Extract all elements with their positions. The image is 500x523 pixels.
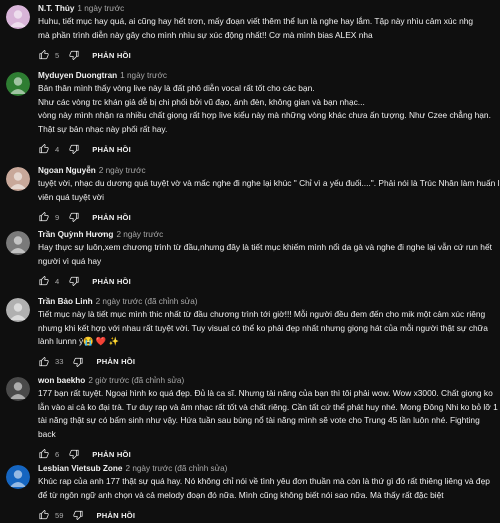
comment-text-line: viên quá tuyệt vời xyxy=(38,191,105,202)
comment-author[interactable]: Ngoan Nguyễn xyxy=(38,166,96,175)
comment-text: 177 bạn rất tuyệt. Ngoại hình ko quá đẹp… xyxy=(38,387,498,441)
dislike-icon[interactable] xyxy=(72,509,84,521)
like-count: 59 xyxy=(55,510,64,520)
comment: Lesbian Vietsub Zone 2 ngày trước (đã chỉ… xyxy=(0,463,500,523)
like-icon[interactable] xyxy=(38,49,50,61)
comment-actions: 4 PHẢN HỒI xyxy=(38,141,492,157)
comment: Trần Quỳnh Hương 2 ngày trước Hay thực sự… xyxy=(0,229,500,289)
comment-text-line: nhưng khi kết hợp với nhau rất tuyệt vời… xyxy=(38,322,488,333)
comment: Myduyen Duongtran 1 ngày trước Bản thân m… xyxy=(0,70,500,157)
dislike-icon[interactable] xyxy=(68,275,80,287)
like-count: 5 xyxy=(55,50,60,60)
comment-header: Myduyen Duongtran 1 ngày trước xyxy=(38,70,492,81)
reply-button[interactable]: PHẢN HỒI xyxy=(92,51,131,60)
comment-time[interactable]: 2 ngày trước xyxy=(116,230,163,239)
comment-text: Tiết mục này là tiết mục mình thic nhất … xyxy=(38,308,492,349)
reply-button[interactable]: PHẢN HỒI xyxy=(96,357,135,366)
like-icon[interactable] xyxy=(38,509,50,521)
comment-text-line: Huhu, tiết mục hay quá, ai cũng hay hết … xyxy=(38,16,474,26)
comment-header: won baekho 2 giờ trước (đã chỉnh sửa) xyxy=(38,375,492,386)
comment-time[interactable]: 2 ngày trước xyxy=(99,166,146,175)
avatar[interactable] xyxy=(6,377,30,401)
comment: Ngoan Nguyễn 2 ngày trước tuyệt vời, nhạc… xyxy=(0,165,500,225)
dislike-icon[interactable] xyxy=(68,49,80,61)
comment-text-line: Thật sự bản nhạc này phối rất hay. xyxy=(38,123,168,134)
comment-actions: 5 PHẢN HỒI xyxy=(38,47,492,63)
comment-author[interactable]: won baekho xyxy=(38,376,85,385)
reply-button[interactable]: PHẢN HỒI xyxy=(96,511,135,520)
comment-author[interactable]: N.T. Thủy xyxy=(38,4,74,13)
comment-text-line: tuyệt vời, nhạc du dương quá tuyệt vờ và… xyxy=(38,178,500,188)
dislike-icon[interactable] xyxy=(68,448,80,460)
comment-text-line: Tiết mục này là tiết mục mình thic nhất … xyxy=(38,309,486,319)
reply-button[interactable]: PHẢN HỒI xyxy=(92,213,131,222)
comment-time[interactable]: 1 ngày trước xyxy=(77,4,124,13)
comment-actions: 9 PHẢN HỒI xyxy=(38,209,492,225)
like-count: 4 xyxy=(55,144,60,154)
comment-header: Trần Quỳnh Hương 2 ngày trước xyxy=(38,229,492,240)
avatar[interactable] xyxy=(6,231,30,255)
comment-text: Bản thân mình thấy vòng live này là đất … xyxy=(38,82,492,136)
comment-header: Lesbian Vietsub Zone 2 ngày trước (đã chỉ… xyxy=(38,463,492,474)
comment-author[interactable]: Lesbian Vietsub Zone xyxy=(38,464,122,473)
comment-text-line: để từ ngôn ngữ anh chọn và cả melody đoạ… xyxy=(38,489,444,500)
avatar[interactable] xyxy=(6,465,30,489)
comment-text-line: mà phần trình diễn này gây cho mình nhìu… xyxy=(38,29,373,40)
avatar[interactable] xyxy=(6,5,30,29)
like-count: 9 xyxy=(55,212,60,222)
like-icon[interactable] xyxy=(38,448,50,460)
like-icon[interactable] xyxy=(38,211,50,223)
comment-text-line: lẫn vào ai cả ko đại trà. Tư duy rap và … xyxy=(38,401,498,412)
like-icon[interactable] xyxy=(38,356,50,368)
comment-text-line: Bản thân mình thấy vòng live này là đất … xyxy=(38,83,315,93)
comment-header: Trần Bảo Linh 2 ngày trước (đã chỉnh sửa) xyxy=(38,296,492,307)
like-icon[interactable] xyxy=(38,143,50,155)
comment-text: Huhu, tiết mục hay quá, ai cũng hay hết … xyxy=(38,15,492,42)
comment-header: Ngoan Nguyễn 2 ngày trước xyxy=(38,165,492,176)
comment-actions: 4 PHẢN HỒI xyxy=(38,273,492,289)
avatar[interactable] xyxy=(6,298,30,322)
comment-text: Khúc rap của anh 177 thật sự quá hay. Nó… xyxy=(38,475,492,502)
comment-text-line: người vì quá hay xyxy=(38,255,102,266)
comment-text: Hay thực sự luôn,xem chương trình từ đầu… xyxy=(38,241,492,268)
comment-actions: 6 PHẢN HỒI xyxy=(38,446,492,462)
comment-author[interactable]: Myduyen Duongtran xyxy=(38,71,117,80)
reply-button[interactable]: PHẢN HỒI xyxy=(92,450,131,459)
dislike-icon[interactable] xyxy=(68,211,80,223)
comment-author[interactable]: Trần Quỳnh Hương xyxy=(38,230,113,239)
like-count: 33 xyxy=(55,357,64,366)
comment-text-line: Hay thực sự luôn,xem chương trình từ đầu… xyxy=(38,242,492,252)
comment: won baekho 2 giờ trước (đã chỉnh sửa) 177… xyxy=(0,375,500,462)
comment: Trần Bảo Linh 2 ngày trước (đã chỉnh sửa)… xyxy=(0,296,500,370)
comment-text-line: tài năng thật sự có bấm sinh như vậy. Hứ… xyxy=(38,415,480,425)
dislike-icon[interactable] xyxy=(72,356,84,368)
reply-button[interactable]: PHẢN HỒI xyxy=(92,145,131,154)
comment-time[interactable]: 2 giờ trước (đã chỉnh sửa) xyxy=(88,376,184,385)
like-count: 6 xyxy=(55,449,60,459)
avatar[interactable] xyxy=(6,167,30,191)
dislike-icon[interactable] xyxy=(68,143,80,155)
comment-text-line: 177 bạn rất tuyệt. Ngoại hình ko quá đẹp… xyxy=(38,388,493,398)
comment-text-line: back xyxy=(38,428,56,439)
comment-text-line: Khúc rap của anh 177 thật sự quá hay. Nó… xyxy=(38,476,490,486)
comment-text-line: lành lunnn ý😭 ❤️ ✨ xyxy=(38,336,120,346)
comment-actions: 33 PHẢN HỒI xyxy=(38,354,492,370)
comment-text: tuyệt vời, nhạc du dương quá tuyệt vờ và… xyxy=(38,177,500,204)
like-icon[interactable] xyxy=(38,275,50,287)
comment-time[interactable]: 1 ngày trước xyxy=(120,71,167,80)
comment-text-line: vòng này mình nhận ra nhiều chất giọng r… xyxy=(38,110,491,120)
avatar[interactable] xyxy=(6,72,30,96)
comment-header: N.T. Thủy 1 ngày trước xyxy=(38,3,492,14)
comment-time[interactable]: 2 ngày trước (đã chỉnh sửa) xyxy=(125,464,227,473)
reply-button[interactable]: PHẢN HỒI xyxy=(92,277,131,286)
like-count: 4 xyxy=(55,276,60,286)
comment-author[interactable]: Trần Bảo Linh xyxy=(38,297,93,306)
comment-time[interactable]: 2 ngày trước (đã chỉnh sửa) xyxy=(96,297,198,306)
comment-text-line: Như các vòng trc khán giả dễ bị chi phối… xyxy=(38,96,365,107)
comment: N.T. Thủy 1 ngày trước Huhu, tiết mục hay… xyxy=(0,3,500,63)
